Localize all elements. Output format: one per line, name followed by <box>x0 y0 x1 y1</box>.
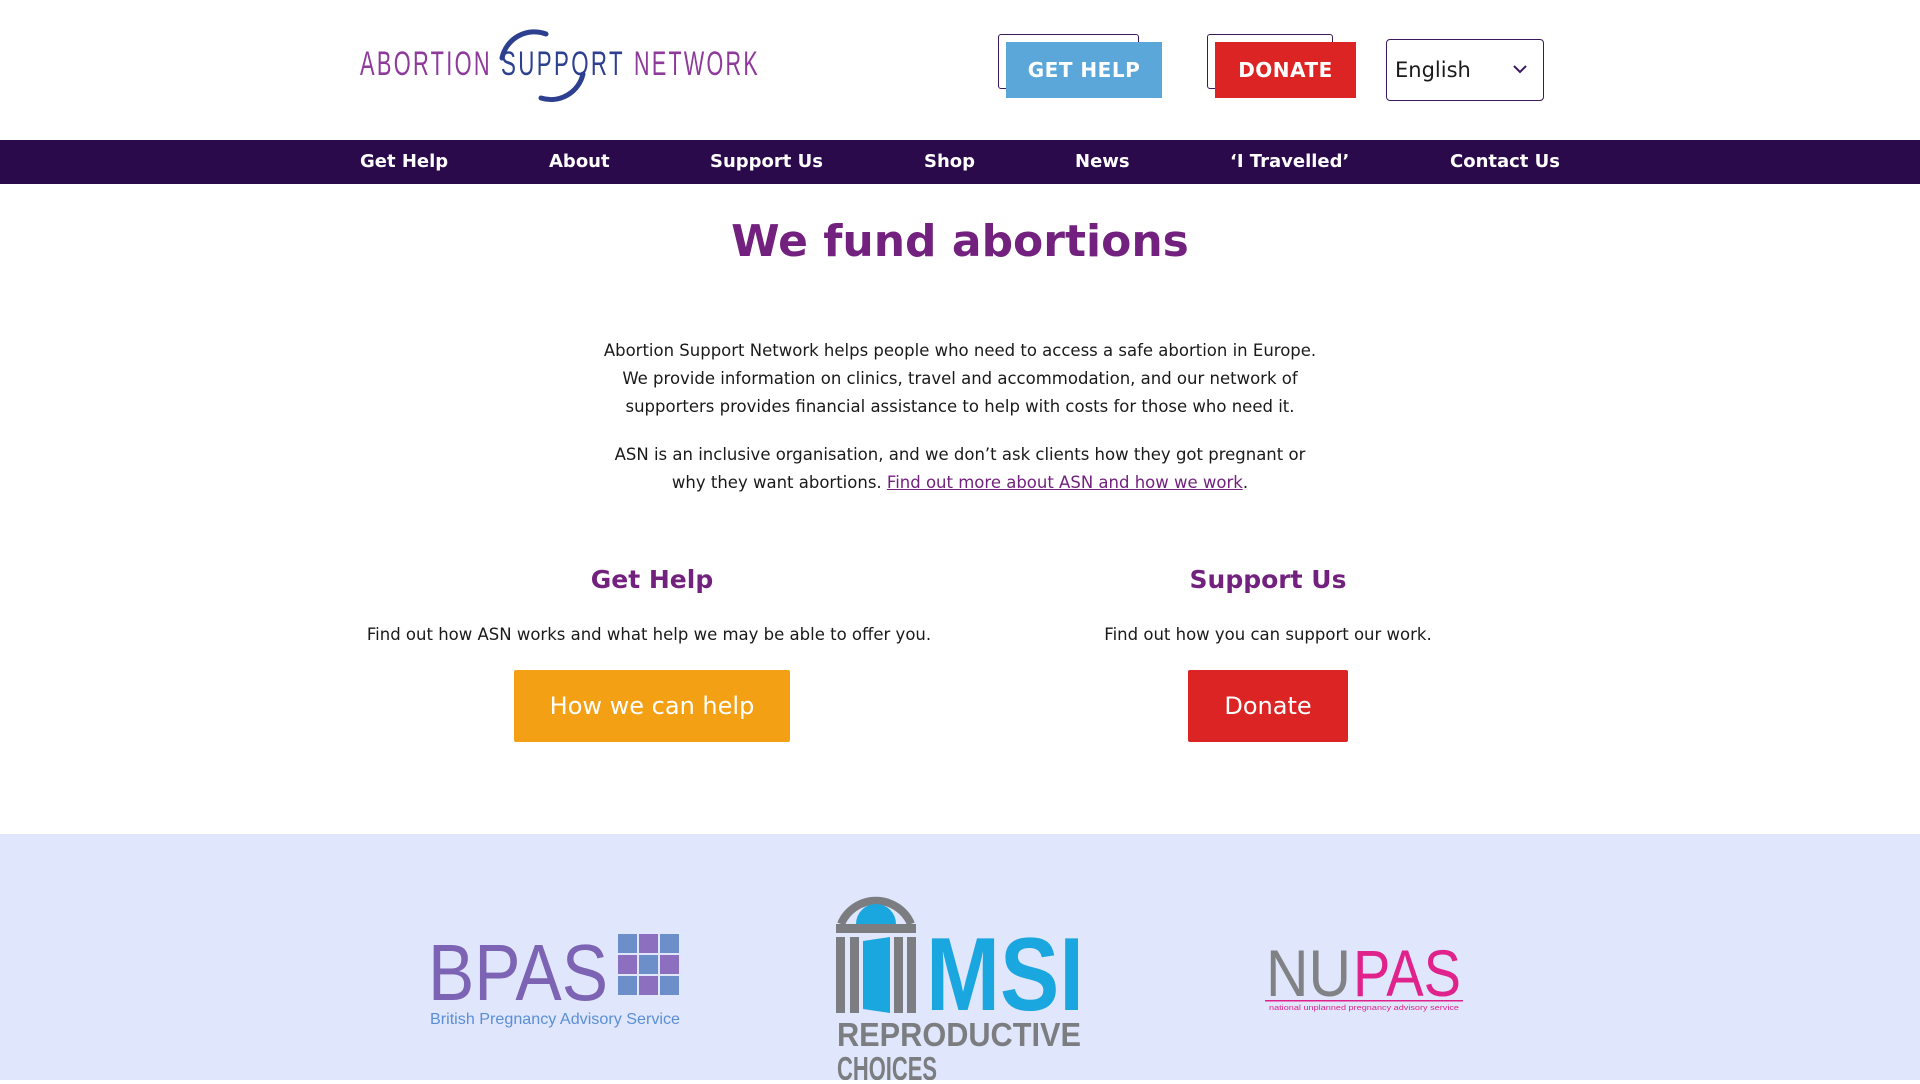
partners-band: BPAS British Pregnancy Advisory Service <box>0 834 1920 1084</box>
how-we-can-help-button[interactable]: How we can help <box>514 670 790 742</box>
logo-word-network: NETWORK <box>634 44 760 82</box>
bpas-wordmark: BPAS <box>428 932 608 1017</box>
msi-logo[interactable]: MSI REPRODUCTIVE CHOICES <box>836 884 1086 1084</box>
nupas-wordmark-nu: NU <box>1266 942 1351 1010</box>
logo-word-abortion: ABORTION <box>360 44 492 82</box>
bpas-subtitle: British Pregnancy Advisory Service <box>430 1011 680 1028</box>
asn-logo[interactable]: ABORTION SUPPORT NETWORK <box>358 28 763 104</box>
nupas-underline <box>1265 1000 1463 1002</box>
language-select[interactable]: English <box>1386 39 1544 101</box>
nav-item-get-help[interactable]: Get Help <box>360 140 448 184</box>
nav-item-about[interactable]: About <box>549 140 610 184</box>
intro1-line1: Abortion Support Network helps people wh… <box>603 341 1317 360</box>
chevron-down-icon <box>1513 65 1527 74</box>
msi-line2: CHOICES <box>837 1050 937 1080</box>
site-header: ABORTION SUPPORT NETWORK GET HELP DONATE… <box>0 0 1920 140</box>
nupas-wordmark-pas: PAS <box>1353 942 1461 1010</box>
nupas-subtitle: national unplanned pregnancy advisory se… <box>1269 1005 1459 1012</box>
get-help-text: Find out how ASN works and what help we … <box>366 625 932 644</box>
bpas-logo[interactable]: BPAS British Pregnancy Advisory Service <box>428 928 684 1032</box>
intro2-suffix: . <box>1242 473 1249 492</box>
nav-item-contact-us[interactable]: Contact Us <box>1450 140 1560 184</box>
donate-button[interactable]: DONATE <box>1215 42 1356 98</box>
support-us-heading: Support Us <box>1189 565 1347 594</box>
intro2-line2-prefix: why they want abortions. <box>671 473 887 492</box>
intro-paragraph-2: ASN is an inclusive organisation, and we… <box>580 441 1340 497</box>
get-help-heading: Get Help <box>590 565 714 594</box>
msi-door-icon <box>836 896 916 1013</box>
bpas-grid-icon <box>618 934 679 995</box>
page-title: We fund abortions <box>731 216 1189 267</box>
nav-item-shop[interactable]: Shop <box>924 140 975 184</box>
about-asn-link[interactable]: Find out more about ASN and how we work <box>887 473 1243 492</box>
nav-item-support-us[interactable]: Support Us <box>710 140 823 184</box>
support-us-text: Find out how you can support our work. <box>1104 625 1432 644</box>
nav-item-i-travelled[interactable]: ‘I Travelled’ <box>1230 140 1349 184</box>
language-selected-value: English <box>1395 58 1471 82</box>
msi-line1: REPRODUCTIVE <box>837 1016 1081 1053</box>
nupas-logo[interactable]: NU PAS national unplanned pregnancy advi… <box>1265 936 1465 1012</box>
intro-paragraph-1: Abortion Support Network helps people wh… <box>580 337 1340 421</box>
logo-word-support: SUPPORT <box>501 44 625 82</box>
intro2-line1: ASN is an inclusive organisation, and we… <box>614 445 1306 464</box>
donate-cta-button[interactable]: Donate <box>1188 670 1348 742</box>
intro1-line3: supporters provides financial assistance… <box>625 397 1295 416</box>
get-help-button[interactable]: GET HELP <box>1006 42 1162 98</box>
intro1-line2: We provide information on clinics, trave… <box>622 369 1298 388</box>
main-nav: Get Help About Support Us Shop News ‘I T… <box>0 140 1920 184</box>
nav-item-news[interactable]: News <box>1075 140 1130 184</box>
